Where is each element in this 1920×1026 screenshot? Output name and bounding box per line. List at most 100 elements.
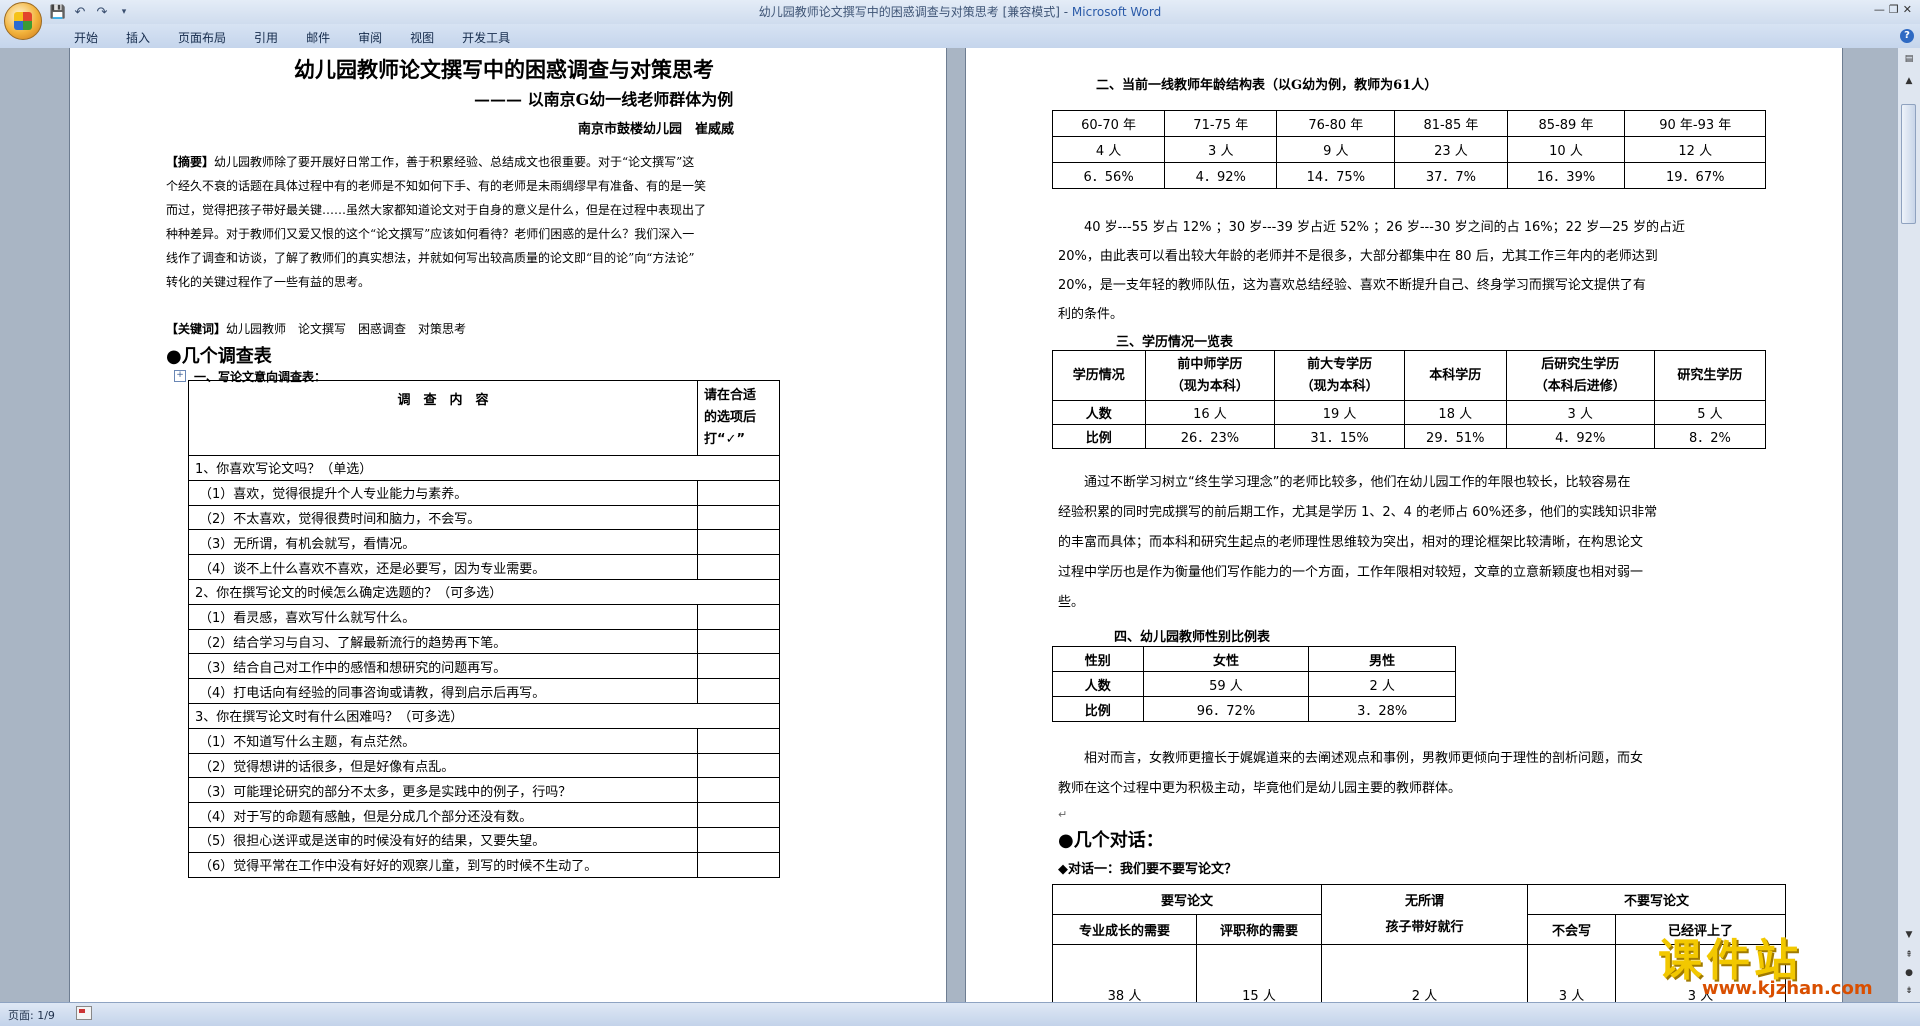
tab-mailings[interactable]: 邮件 bbox=[292, 29, 344, 46]
age-structure-table: 60-70 年 71-75 年 76-80 年 81-85 年 85-89 年 90 年-… bbox=[1051, 110, 1766, 189]
tab-review[interactable]: 审阅 bbox=[344, 29, 396, 46]
question-cell: 3、你在撰写论文时有什么困难吗？（可多选） bbox=[188, 702, 780, 729]
app-name: Microsoft Word bbox=[1071, 5, 1162, 19]
dialog-heading: ◆对话一：我们要不要写论文？ bbox=[1058, 862, 1237, 877]
ruler-toggle-icon[interactable]: ▤ bbox=[1902, 52, 1916, 66]
title-bar: 💾 ↶ ↷ ▾ 幼儿园教师论文撰写中的困惑调查与对策思考 [兼容模式] - Mi… bbox=[0, 0, 1920, 40]
checkbox-cell[interactable] bbox=[697, 603, 780, 630]
vertical-scrollbar[interactable]: ▤ ▲ ▼ ⇞ ● ⇟ bbox=[1897, 48, 1920, 1002]
table-cell: 19 人 bbox=[1274, 400, 1405, 425]
table-row: 6．56% 4．92% 14．75% 37．7% 16．39% 19．67% bbox=[1051, 162, 1766, 189]
tab-view[interactable]: 视图 bbox=[396, 29, 448, 46]
table-header-cell: 学历情况 bbox=[1052, 350, 1146, 401]
header-line: 的选项后 bbox=[704, 410, 757, 425]
table-cell: 23 人 bbox=[1394, 136, 1508, 163]
office-button[interactable] bbox=[4, 2, 42, 40]
table-cell: 19．67% bbox=[1624, 162, 1766, 189]
table-cell: 3 人 bbox=[1505, 400, 1655, 425]
tab-page-layout[interactable]: 页面布局 bbox=[164, 29, 240, 46]
table-cell: 15 人 bbox=[1196, 944, 1322, 1002]
option-cell: （3）无所谓，有机会就写，看情况。 bbox=[187, 529, 699, 556]
table-row: （3）无所谓，有机会就写，看情况。 bbox=[187, 529, 780, 556]
checkbox-cell[interactable] bbox=[697, 479, 780, 506]
survey-table-body: 1、你喜欢写论文吗？（单选） （1）喜欢，觉得很提升个人专业能力与素养。 （2）不太… bbox=[187, 455, 780, 878]
table-row: （2）不太喜欢，觉得很费时间和脑力，不会写。 bbox=[187, 504, 780, 531]
browse-object-icon[interactable]: ● bbox=[1902, 966, 1916, 980]
cell-line: 后研究生学历 bbox=[1541, 356, 1620, 372]
table-row: （1）喜欢，觉得很提升个人专业能力与素养。 bbox=[187, 479, 780, 506]
tab-references[interactable]: 引用 bbox=[240, 29, 292, 46]
checkbox-cell[interactable] bbox=[697, 504, 780, 531]
checkbox-cell[interactable] bbox=[697, 826, 780, 853]
table-header-cell: 调 查 内 容 bbox=[187, 380, 699, 456]
table-row: 学历情况 前中师学历 （现为本科） 前大专学历 （现为本科） 本科学历 后研究生学历 （本科后… bbox=[1052, 350, 1767, 401]
page-subtitle: ——— 以南京G幼一线老师群体为例 bbox=[474, 90, 734, 109]
next-page-icon[interactable]: ⇟ bbox=[1902, 984, 1916, 998]
cell-line: （现为本科） bbox=[1170, 378, 1249, 394]
checkbox-cell[interactable] bbox=[697, 752, 780, 779]
para-line: 利的条件。 bbox=[1058, 307, 1124, 322]
abstract: 【摘要】幼儿园教师除了要开展好日常工作，善于积累经验、总结成文也很重要。对于“论… bbox=[166, 150, 706, 294]
help-icon[interactable]: ? bbox=[1900, 29, 1914, 43]
cell-line: 孩子带好就行 bbox=[1385, 919, 1464, 935]
table-cell: 81-85 年 bbox=[1394, 110, 1508, 137]
table-cell: 女性 bbox=[1142, 646, 1310, 672]
restore-icon[interactable]: ❐ bbox=[1889, 3, 1899, 16]
cell-line: 无所谓 bbox=[1404, 893, 1444, 909]
table-cell: 不要写论文 bbox=[1527, 884, 1786, 915]
table-row: （4）谈不上什么喜欢不喜欢，还是必要写，因为专业需要。 bbox=[187, 554, 780, 580]
checkbox-cell[interactable] bbox=[697, 554, 780, 580]
table-move-handle-icon[interactable]: + bbox=[174, 370, 186, 382]
option-cell: （1）不知道写什么主题，有点茫然。 bbox=[187, 727, 699, 754]
checkbox-cell[interactable] bbox=[697, 678, 780, 704]
cell-line: 前大专学历 bbox=[1307, 356, 1373, 372]
table-cell: 60-70 年 bbox=[1051, 110, 1166, 137]
status-bar: 页面: 1/9 bbox=[0, 1002, 1920, 1026]
abstract-line: 而过，觉得把孩子带好最关键……虽然大家都知道论文对于自身的意义是什么，但是在过程… bbox=[166, 203, 707, 217]
checkbox-cell[interactable] bbox=[697, 529, 780, 556]
checkbox-cell[interactable] bbox=[697, 851, 780, 878]
table-cell: 比例 bbox=[1052, 424, 1146, 449]
option-cell: （6）觉得平常在工作中没有好好的观察儿童，到写的时候不生动了。 bbox=[187, 851, 699, 878]
table-cell: 5 人 bbox=[1653, 400, 1767, 425]
author-line: 南京市鼓楼幼儿园 崔威威 bbox=[578, 122, 735, 137]
checkbox-cell[interactable] bbox=[697, 653, 780, 680]
table-cell: 16．39% bbox=[1506, 162, 1626, 189]
table-caption: 二、当前一线教师年龄结构表（以G幼为例，教师为61人） bbox=[1096, 78, 1438, 93]
close-icon[interactable]: ✕ bbox=[1903, 3, 1912, 16]
abstract-line: 种种差异。对于教师们又爱又恨的这个“论文撰写”应该如何看待？老师们困惑的是什么？… bbox=[166, 227, 695, 241]
checkbox-cell[interactable] bbox=[697, 802, 780, 828]
table-cell: 专业成长的需要 bbox=[1052, 914, 1197, 945]
table-row: （2）觉得想讲的话很多，但是好像有点乱。 bbox=[187, 752, 780, 779]
option-cell: （4）对于写的命题有感触，但是分成几个部分还没有数。 bbox=[187, 802, 699, 828]
checkbox-cell[interactable] bbox=[697, 727, 780, 754]
scroll-up-icon[interactable]: ▲ bbox=[1902, 74, 1916, 88]
minimize-icon[interactable]: — bbox=[1874, 3, 1885, 16]
scroll-down-icon[interactable]: ▼ bbox=[1902, 928, 1916, 942]
table-header-cell: 研究生学历 bbox=[1653, 350, 1767, 401]
table-cell: 18 人 bbox=[1403, 400, 1507, 425]
section-heading: ●几个调查表 bbox=[166, 346, 272, 367]
abstract-line: 转化的关键过程作了一些有益的思考。 bbox=[166, 275, 371, 289]
table-row: （6）觉得平常在工作中没有好好的观察儿童，到写的时候不生动了。 bbox=[187, 851, 780, 878]
checkbox-cell[interactable] bbox=[697, 628, 780, 655]
header-line: 请在合适 bbox=[704, 388, 757, 403]
previous-page-icon[interactable]: ⇞ bbox=[1902, 948, 1916, 962]
table-cell: 4 人 bbox=[1051, 136, 1166, 163]
question-cell: 2、你在撰写论文的时候怎么确定选题的？（可多选） bbox=[188, 578, 780, 605]
scroll-thumb[interactable] bbox=[1901, 104, 1916, 224]
para-line: 些。 bbox=[1058, 595, 1085, 610]
checkbox-cell[interactable] bbox=[697, 777, 780, 804]
proofing-status-icon[interactable] bbox=[76, 1006, 92, 1020]
tab-home[interactable]: 开始 bbox=[60, 29, 112, 46]
page-counter[interactable]: 页面: 1/9 bbox=[8, 1007, 55, 1023]
table-cell: 2 人 bbox=[1321, 944, 1528, 1002]
tab-developer[interactable]: 开发工具 bbox=[448, 29, 524, 46]
cell-line: 学历情况 bbox=[1072, 367, 1125, 383]
education-table-body: 学历情况 前中师学历 （现为本科） 前大专学历 （现为本科） 本科学历 后研究生学历 （本科后… bbox=[1052, 350, 1767, 449]
table-row: （3）结合自己对工作中的感悟和想研究的问题再写。 bbox=[187, 653, 780, 680]
tab-insert[interactable]: 插入 bbox=[112, 29, 164, 46]
para-line: 20%，是一支年轻的教师队伍，这为喜欢总结经验、喜欢不断提升自己、终身学习而撰写… bbox=[1058, 278, 1646, 293]
document-area: 幼儿园教师论文撰写中的困惑调查与对策思考 ——— 以南京G幼一线老师群体为例 南… bbox=[0, 48, 1898, 1002]
section-heading: ●几个对话： bbox=[1058, 830, 1164, 851]
